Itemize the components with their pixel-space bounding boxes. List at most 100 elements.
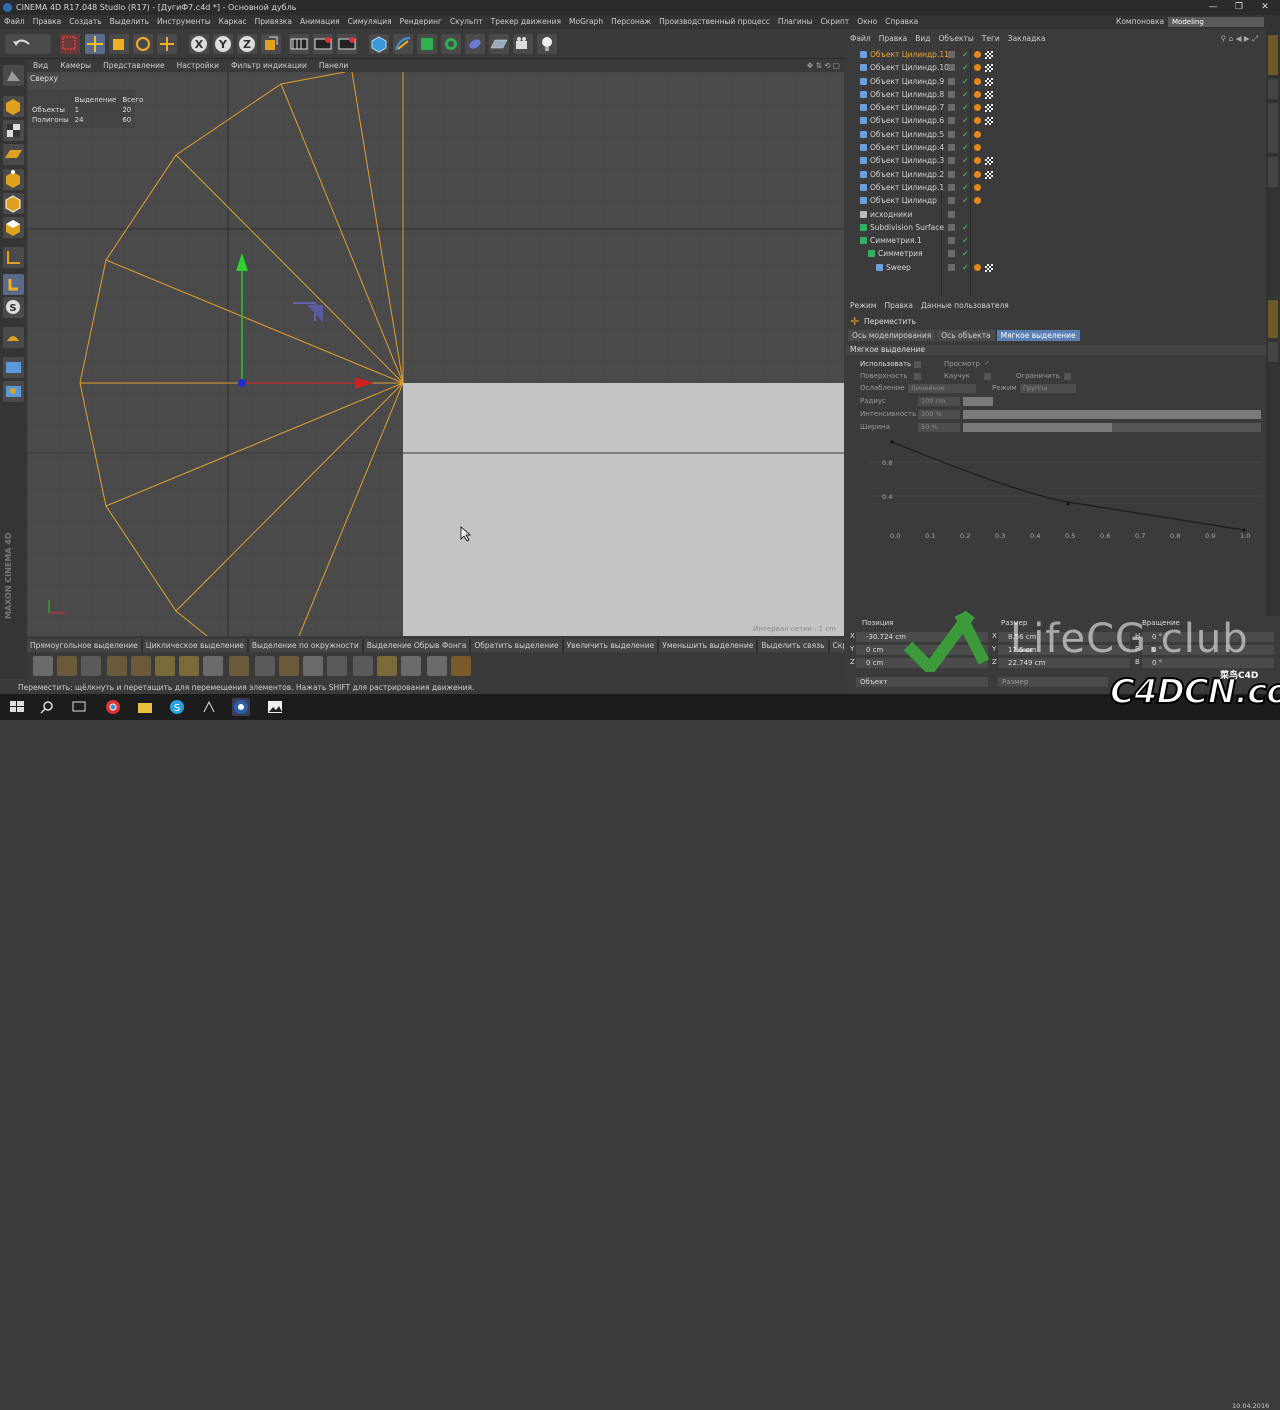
om-menu-edit[interactable]: Правка [875,33,912,45]
menu-window[interactable]: Окно [853,15,881,29]
tab-object-axis[interactable]: Ось объекта [937,330,995,341]
am-menu-edit[interactable]: Правка [880,300,917,312]
render-settings-icon[interactable] [337,34,357,54]
ring-selection-tab[interactable]: Выделение по окружности [248,639,362,652]
transform-tool-icon[interactable] [157,34,177,54]
skype-icon[interactable]: S [168,698,186,716]
use-checkbox[interactable] [914,361,921,368]
menu-render[interactable]: Рендеринг [396,15,446,29]
bridge-icon[interactable] [131,656,151,676]
object-name[interactable]: Объект Цилиндр.8 [870,88,944,101]
enabled-check-icon[interactable]: ✓ [962,61,969,74]
object-name[interactable]: Объект Цилиндр.4 [870,141,944,154]
layer-flag-icon[interactable] [948,64,955,72]
object-name[interactable]: исходники [870,208,912,221]
object-name[interactable]: Объект Цилиндр [870,194,937,207]
subdivision-surface-icon[interactable] [417,34,437,54]
plane-object[interactable] [403,383,844,636]
phong-tag-icon[interactable] [974,64,981,72]
phong-tag-icon[interactable] [974,104,981,112]
enabled-check-icon[interactable]: ✓ [962,75,969,88]
tweak-mode-icon[interactable] [3,274,24,295]
menu-create[interactable]: Создать [65,15,105,29]
phong-tag-icon[interactable] [974,157,981,165]
side-tab-layers[interactable] [1268,342,1278,362]
light-icon[interactable] [537,34,557,54]
enabled-check-icon[interactable]: ✓ [962,88,969,101]
stitch-icon[interactable] [279,656,299,676]
side-tab-takes[interactable] [1268,79,1278,99]
radius-field[interactable]: 100 cm [918,397,960,406]
y-axis-lock-icon[interactable]: Y [213,34,233,54]
side-tab-structure[interactable] [1268,157,1278,187]
object-row[interactable]: Объект Цилиндр.7 ✓ [846,101,1266,114]
layer-flag-icon[interactable] [948,77,955,85]
undo-icon[interactable] [5,34,51,54]
bevel-icon[interactable] [203,656,223,676]
viewport-menu-options[interactable]: Настройки [171,59,225,72]
cube-icon[interactable] [369,34,389,54]
render-view-icon[interactable] [289,34,309,54]
object-name[interactable]: Объект Цилиндр.1 [870,181,944,194]
knife-icon[interactable] [107,656,127,676]
brush-icon[interactable] [57,656,77,676]
task-view-icon[interactable] [70,698,88,716]
object-name[interactable]: Объект Цилиндр.11 [870,48,949,61]
material-tag-icon[interactable] [985,64,993,73]
restrict-checkbox[interactable] [1064,373,1071,380]
om-menu-file[interactable]: Файл [846,33,875,45]
layer-flag-icon[interactable] [948,170,955,178]
surface-checkbox[interactable] [914,373,921,380]
layer-flag-icon[interactable] [948,117,955,125]
viewport-menu-view[interactable]: Вид [27,59,54,72]
viewport-nav-icons[interactable]: ✥ ⇅ ⟲ ▢ [807,59,840,72]
viewport-menu-panels[interactable]: Панели [313,59,354,72]
menu-plugins[interactable]: Плагины [774,15,817,29]
object-row[interactable]: Объект Цилиндр.8 ✓ [846,88,1266,101]
phong-tag-icon[interactable] [974,77,981,85]
side-tab-attributes[interactable] [1268,300,1278,338]
layer-flag-icon[interactable] [948,197,955,205]
phong-tag-icon[interactable] [974,117,981,125]
enabled-check-icon[interactable]: ✓ [962,234,969,247]
falloff-curve[interactable] [891,441,1245,531]
falloff-select[interactable]: Линейное [908,384,976,393]
object-name[interactable]: Объект Цилиндр.2 [870,168,944,181]
axis-mode-icon[interactable] [3,247,24,268]
enabled-check-icon[interactable]: ✓ [962,194,969,207]
loop-selection-tab[interactable]: Циклическое выделение [142,639,247,652]
workplane-mode-icon[interactable] [3,144,24,165]
enabled-check-icon[interactable]: ✓ [962,114,969,127]
mode-select[interactable]: Группа [1020,384,1076,393]
extrude-inner-icon[interactable] [179,656,199,676]
points-mode-icon[interactable] [3,169,24,190]
object-row[interactable]: Объект Цилиндр ✓ [846,194,1266,207]
phong-tag-icon[interactable] [974,51,981,58]
extrude-icon[interactable] [155,656,175,676]
menu-file[interactable]: Файл [0,15,29,29]
shrink-selection-tab[interactable]: Уменьшить выделение [659,639,757,652]
layer-flag-icon[interactable] [948,263,955,271]
menu-edit[interactable]: Правка [29,15,66,29]
layer-flag-icon[interactable] [948,157,955,165]
strength-field[interactable]: 100 % [918,410,960,419]
om-menu-bookmarks[interactable]: Закладка [1004,33,1050,45]
terminal-icon[interactable] [200,698,218,716]
object-name[interactable]: Sweep [886,261,911,274]
material-tag-icon[interactable] [985,263,993,272]
side-tab-objects[interactable] [1268,35,1278,75]
menu-pipeline[interactable]: Производственный процесс [655,15,774,29]
material-tag-icon[interactable] [985,117,993,126]
move-tool-icon[interactable] [85,34,105,54]
menu-tools[interactable]: Инструменты [153,15,215,29]
preview-checkbox[interactable]: ✓ [984,359,990,367]
object-row[interactable]: Объект Цилиндр.6 ✓ [846,114,1266,127]
phong-tag-icon[interactable] [974,170,981,178]
coordinate-space-select[interactable]: Объект [856,677,988,687]
object-name[interactable]: Объект Цилиндр.3 [870,154,944,167]
layout-select[interactable]: Modeling [1168,17,1264,27]
hide-selection-tab[interactable]: Скрыть выделени [829,639,844,652]
object-row[interactable]: Объект Цилиндр.10 ✓ [846,61,1266,74]
edges-mode-icon[interactable] [3,193,24,214]
layer-flag-icon[interactable] [948,104,955,112]
